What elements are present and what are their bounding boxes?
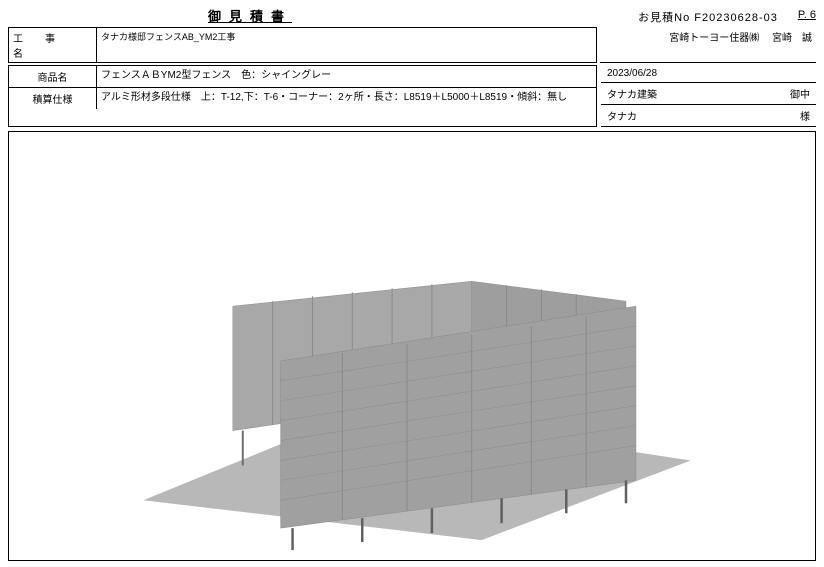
project-label: 工 事 名 [9,28,97,62]
customer-suffix: 様 [800,108,810,123]
document-page: 御見積書 お見積No F20230628-03 P. 6 工 事 名 タナカ様邸… [0,0,824,567]
company-person: 宮崎 誠 [772,33,812,44]
customer-row: タナカ 様 [601,105,816,127]
date-row: 2023/06/28 [601,65,816,83]
builder-row: タナカ建築 御中 [601,83,816,105]
quote-no-label: お見積No [638,12,690,24]
date-value: 2023/06/28 [607,68,810,79]
product-row: 商品名 フェンスＡＢYM2型フェンス 色：シャイングレー [9,66,596,87]
spec-value: アルミ形材多段仕様 上：T-12,下：T-6・コーナー：2ヶ所・長さ：L8519… [97,88,596,109]
project-row: 工 事 名 タナカ様邸フェンスAB_YM2工事 宮崎トーヨー住器㈱ 宮崎 誠 [8,27,816,63]
builder-suffix: 御中 [790,86,810,101]
company-name: 宮崎トーヨー住器㈱ [669,33,759,44]
title-right-block: お見積No F20230628-03 P. 6 [638,9,816,25]
document-title: 御見積書 [208,6,292,25]
info-area: 商品名 フェンスＡＢYM2型フェンス 色：シャイングレー 積算仕様 アルミ形材多… [8,65,816,127]
title-row: 御見積書 お見積No F20230628-03 P. 6 [8,6,816,25]
render-viewport [8,131,816,561]
product-value: フェンスＡＢYM2型フェンス 色：シャイングレー [97,66,596,87]
page-number: P. 6 [798,9,816,25]
spec-label: 積算仕様 [9,88,97,109]
info-left-table: 商品名 フェンスＡＢYM2型フェンス 色：シャイングレー 積算仕様 アルミ形材多… [8,65,597,127]
company-line: 宮崎トーヨー住器㈱ 宮崎 誠 [600,27,816,63]
info-right-table: 2023/06/28 タナカ建築 御中 タナカ 様 [601,65,816,127]
builder-name: タナカ建築 [607,86,790,101]
fence-render-illustration [9,132,815,560]
quote-no-value: F20230628-03 [694,12,778,24]
customer-name: タナカ [607,108,800,123]
project-box: 工 事 名 タナカ様邸フェンスAB_YM2工事 [8,27,597,63]
product-label: 商品名 [9,66,97,87]
project-value: タナカ様邸フェンスAB_YM2工事 [97,28,597,62]
spec-row: 積算仕様 アルミ形材多段仕様 上：T-12,下：T-6・コーナー：2ヶ所・長さ：… [9,87,596,109]
quote-number: お見積No F20230628-03 [638,9,778,25]
